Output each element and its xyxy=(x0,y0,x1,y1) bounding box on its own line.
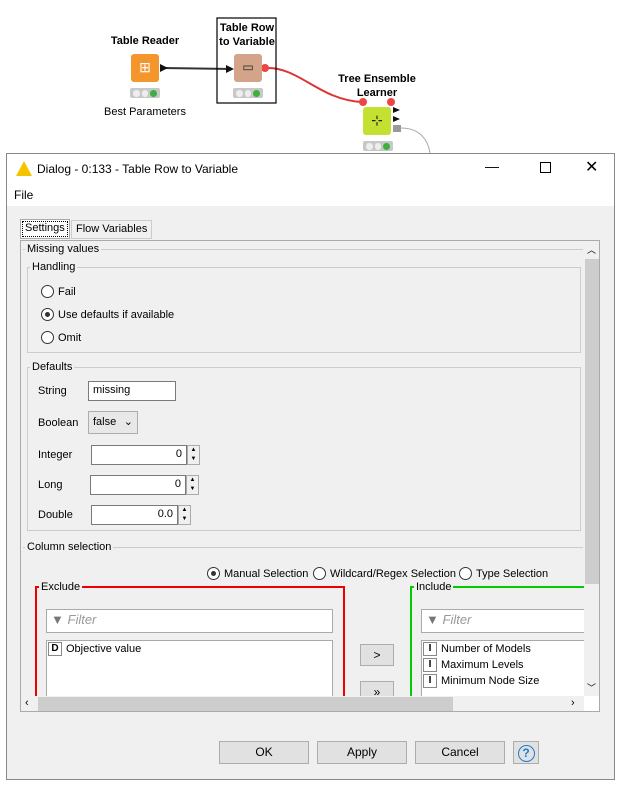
title-bar: Dialog - 0:133 - Table Row to Variable —… xyxy=(7,154,614,184)
ok-button[interactable]: OK xyxy=(219,741,309,764)
scroll-left-icon[interactable]: ‹ xyxy=(25,697,29,709)
node-status-lights xyxy=(130,88,160,98)
include-legend: Include xyxy=(416,581,452,593)
filter-icon: ▼ xyxy=(51,612,64,627)
integer-type-icon: I xyxy=(423,658,437,672)
long-spinner[interactable]: ▲ ▼ xyxy=(186,475,199,495)
node-title-table-reader: Table Reader xyxy=(110,35,180,47)
table-row-to-variable-node[interactable]: ▭ xyxy=(234,54,262,82)
boolean-default-select[interactable]: false ⌄ xyxy=(88,411,138,434)
column-selection-legend: Column selection xyxy=(27,541,112,553)
dialog-title: Dialog - 0:133 - Table Row to Variable xyxy=(37,162,238,176)
node-annotation: Best Parameters xyxy=(104,106,186,118)
node-dialog: Dialog - 0:133 - Table Row to Variable —… xyxy=(6,153,615,780)
workflow-connections xyxy=(160,17,431,153)
node-title-table-row-to-variable: Table Row to Variable xyxy=(219,22,275,48)
list-item[interactable]: I Minimum Node Size xyxy=(422,673,599,689)
include-filter-input[interactable]: ▼ Filter xyxy=(421,609,599,633)
string-default-input[interactable]: missing xyxy=(88,381,176,401)
radio-use-defaults[interactable]: Use defaults if available xyxy=(41,308,174,321)
radio-type-selection[interactable]: Type Selection xyxy=(459,567,548,580)
tab-settings[interactable]: Settings xyxy=(20,219,70,239)
long-label: Long xyxy=(38,479,63,491)
handling-group: Handling xyxy=(27,261,581,353)
scroll-up-icon[interactable]: ︿ xyxy=(587,243,596,256)
radio-wildcard-selection[interactable]: Wildcard/Regex Selection xyxy=(313,567,456,580)
node-status-lights xyxy=(233,88,263,98)
minimize-button[interactable]: — xyxy=(485,158,499,174)
exclude-filter-input[interactable]: ▼ Filter xyxy=(46,609,333,633)
scroll-down-icon[interactable]: ﹀ xyxy=(587,681,596,694)
radio-omit[interactable]: Omit xyxy=(41,331,81,344)
integer-default-input[interactable]: 0 xyxy=(91,445,187,465)
chevron-down-icon: ⌄ xyxy=(123,416,133,428)
horizontal-scroll-thumb[interactable] xyxy=(38,697,453,711)
string-label: String xyxy=(38,385,67,397)
handling-legend: Handling xyxy=(32,261,76,273)
move-right-button[interactable]: > xyxy=(360,644,394,666)
scroll-right-icon[interactable]: › xyxy=(571,697,575,709)
defaults-legend: Defaults xyxy=(32,361,73,373)
maximize-button[interactable] xyxy=(540,162,551,173)
boolean-label: Boolean xyxy=(38,417,79,429)
node-title-tree-ensemble-learner: Tree Ensemble Learner xyxy=(338,73,416,99)
double-default-input[interactable]: 0.0 xyxy=(91,505,178,525)
help-button[interactable]: ? xyxy=(513,741,539,764)
integer-spinner[interactable]: ▲ ▼ xyxy=(187,445,200,465)
list-item[interactable]: I Number of Models xyxy=(422,641,599,657)
vertical-scroll-thumb[interactable] xyxy=(585,259,599,584)
knime-logo-icon xyxy=(16,161,32,176)
tab-flow-variables[interactable]: Flow Variables xyxy=(71,220,153,239)
apply-button[interactable]: Apply xyxy=(317,741,407,764)
close-button[interactable]: ✕ xyxy=(585,157,598,177)
vertical-scrollbar[interactable]: ︿ ﹀ xyxy=(584,241,599,696)
double-label: Double xyxy=(38,509,73,521)
radio-manual-selection[interactable]: Manual Selection xyxy=(207,567,308,580)
double-type-icon: D xyxy=(48,642,62,656)
menu-bar: File xyxy=(7,184,614,206)
integer-type-icon: I xyxy=(423,642,437,656)
cancel-button[interactable]: Cancel xyxy=(415,741,505,764)
list-item[interactable]: D Objective value xyxy=(47,641,332,657)
tree-ensemble-learner-node[interactable]: ⊹ xyxy=(363,107,391,135)
integer-label: Integer xyxy=(38,449,73,461)
menu-file[interactable]: File xyxy=(14,188,33,202)
double-spinner[interactable]: ▲ ▼ xyxy=(178,505,191,525)
long-default-input[interactable]: 0 xyxy=(90,475,186,495)
filter-icon: ▼ xyxy=(426,612,439,627)
missing-values-legend: Missing values xyxy=(27,243,100,255)
horizontal-scrollbar[interactable]: ‹ › xyxy=(21,696,584,711)
radio-fail[interactable]: Fail xyxy=(41,285,76,298)
list-item[interactable]: I Maximum Levels xyxy=(422,657,599,673)
node-status-lights xyxy=(363,141,393,151)
settings-panel: Missing values Handling Fail Use default… xyxy=(20,240,600,712)
exclude-legend: Exclude xyxy=(41,581,81,593)
table-reader-node[interactable]: ⊞ xyxy=(131,54,159,82)
integer-type-icon: I xyxy=(423,674,437,688)
help-icon: ? xyxy=(517,745,535,762)
